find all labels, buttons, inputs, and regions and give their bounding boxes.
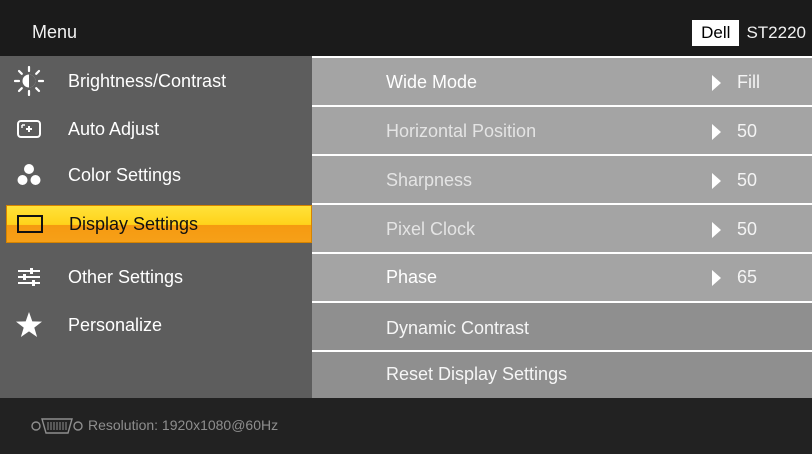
setting-row-phase[interactable]: Phase 65 [312,254,812,301]
sidebar-item-other-settings[interactable]: Other Settings [0,254,312,300]
model-name: ST2220 [746,23,806,42]
sidebar-item-label: Other Settings [68,266,184,287]
star-icon [14,310,44,340]
menu-title: Menu [32,22,78,42]
arrow-right-icon [712,172,721,189]
setting-row-horizontal-position[interactable]: Horizontal Position 50 [312,107,812,154]
sidebar-item-label: Auto Adjust [68,118,160,139]
brand-name: Dell [692,20,740,46]
sidebar-item-display-settings[interactable]: Display Settings [6,205,312,243]
color-settings-icon [14,160,44,190]
arrow-right-icon [712,74,721,91]
setting-row-pixel-clock[interactable]: Pixel Clock 50 [312,205,812,252]
osd-menu: Menu Dell ST2220 Brightness/Contrast Aut… [0,0,812,454]
arrow-right-icon [712,221,721,238]
setting-label: Horizontal Position [386,121,537,141]
setting-row-wide-mode[interactable]: Wide Mode Fill [312,58,812,105]
arrow-right-icon [712,269,721,286]
sidebar-item-color-settings[interactable]: Color Settings [0,152,312,198]
setting-row-dynamic-contrast[interactable]: Dynamic Contrast [312,303,812,350]
brand-badge: Dell ST2220 [692,20,812,46]
sidebar-item-label: Personalize [68,314,163,335]
setting-label: Sharpness [386,170,473,190]
auto-adjust-icon [14,114,44,144]
brightness-icon [14,66,44,96]
status-footer: Resolution: 1920x1080@60Hz [0,398,812,454]
setting-label: Phase [386,267,438,287]
display-settings-icon [15,209,45,239]
setting-value: 50 [737,121,758,141]
sidebar-item-auto-adjust[interactable]: Auto Adjust [0,106,312,152]
sidebar-item-personalize[interactable]: Personalize [0,302,312,348]
arrow-right-icon [712,123,721,140]
sidebar: Brightness/Contrast Auto Adjust Color Se… [0,56,312,398]
sidebar-item-label: Display Settings [69,213,199,234]
vga-connector-icon [30,417,84,440]
settings-panel: Wide Mode Fill Horizontal Position 50 Sh… [312,56,812,398]
setting-value: Fill [737,72,760,92]
setting-label: Wide Mode [386,72,478,92]
setting-row-sharpness[interactable]: Sharpness 50 [312,156,812,203]
setting-row-reset-display-settings[interactable]: Reset Display Settings [312,352,812,398]
header-bar: Menu Dell ST2220 [0,0,812,56]
setting-value: 65 [737,267,758,287]
setting-label: Dynamic Contrast [386,318,530,338]
setting-value: 50 [737,170,758,190]
sidebar-item-brightness-contrast[interactable]: Brightness/Contrast [0,58,312,104]
setting-label: Pixel Clock [386,219,476,239]
setting-label: Reset Display Settings [386,364,568,384]
other-settings-icon [14,262,44,292]
resolution-text: Resolution: 1920x1080@60Hz [88,417,279,433]
sidebar-item-label: Brightness/Contrast [68,70,227,91]
setting-value: 50 [737,219,758,239]
sidebar-item-label: Color Settings [68,164,182,185]
